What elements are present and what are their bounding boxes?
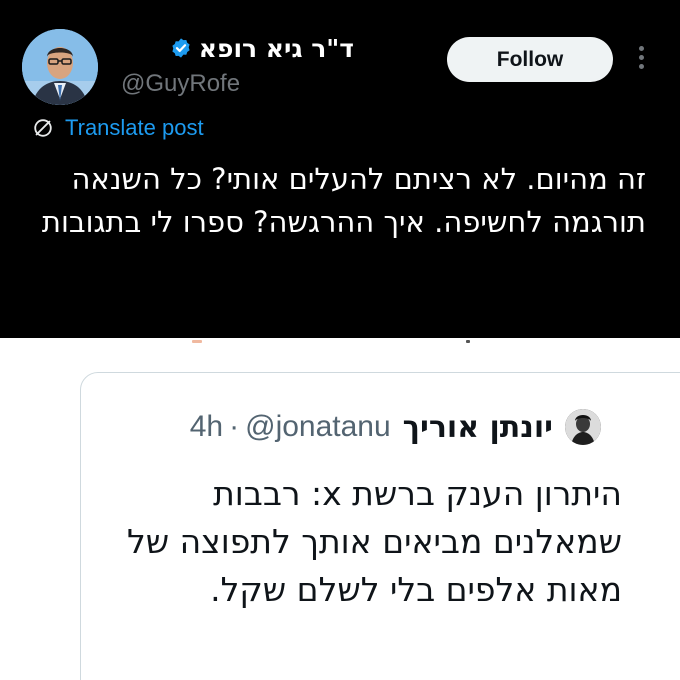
author-display-name[interactable]: ד"ר גיא רופא — [199, 34, 354, 63]
quoted-avatar-image — [565, 409, 601, 445]
translate-icon — [34, 119, 52, 137]
divider — [0, 338, 680, 348]
tweet-card: ד"ר גיא רופא @GuyRofe Follow Translate p… — [0, 0, 680, 338]
quoted-author-display-name[interactable]: יונתן אוריך — [403, 410, 553, 445]
author-handle[interactable]: @GuyRofe — [121, 70, 240, 98]
follow-button[interactable]: Follow — [447, 37, 613, 82]
quoted-tweet-text: היתרון הענק ברשת x: רבבות שמאלנים מביאים… — [126, 474, 622, 609]
quoted-tweet-header: 4h · @jonatanu יונתן אוריך — [190, 407, 613, 447]
quoted-avatar[interactable] — [565, 409, 601, 445]
verified-badge-icon — [172, 38, 190, 58]
author-name-row: ד"ר גיא רופא — [170, 33, 354, 63]
tweet-text: זה מהיום. לא רציתם להעלים אותי? כל השנאה… — [41, 162, 646, 239]
translate-post-label: Translate post — [65, 115, 204, 140]
translate-post-link[interactable]: Translate post — [32, 115, 204, 141]
avatar-image — [22, 29, 98, 105]
more-options-icon[interactable] — [637, 46, 645, 72]
avatar[interactable] — [22, 29, 98, 105]
quoted-timestamp[interactable]: 4h — [190, 410, 223, 444]
quoted-author-handle[interactable]: @jonatanu — [245, 410, 391, 444]
separator-dot: · — [229, 410, 240, 443]
